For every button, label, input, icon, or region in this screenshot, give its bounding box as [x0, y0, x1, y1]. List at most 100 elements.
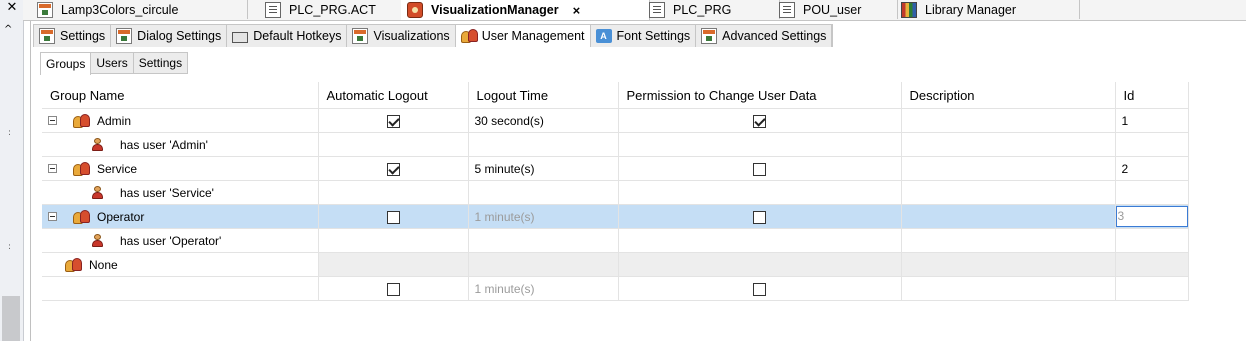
dialog-icon: [116, 28, 133, 44]
table-row-group-admin[interactable]: Admin 30 second(s) 1: [42, 108, 1189, 133]
description-cell[interactable]: [901, 108, 1116, 133]
permission-checkbox[interactable]: [753, 282, 766, 296]
tab-font-settings[interactable]: Font Settings: [591, 25, 697, 47]
groups-table: Group Name Automatic Logout Logout Time …: [42, 82, 1189, 301]
tab-label: Font Settings: [616, 29, 691, 43]
logout-time-cell[interactable]: 1 minute(s): [468, 204, 619, 229]
advanced-settings-icon: [701, 28, 718, 44]
description-cell[interactable]: [901, 156, 1116, 181]
tab-label: PLC_PRG.ACT: [289, 2, 376, 17]
logout-time-cell[interactable]: 1 minute(s): [468, 276, 619, 301]
table-row-group-none[interactable]: None: [42, 252, 1189, 277]
collapse-toggle-icon[interactable]: [48, 116, 57, 125]
scrollbar-thumb[interactable]: [2, 296, 20, 341]
tab-visualization-manager[interactable]: VisualizationManager ×: [401, 0, 650, 20]
column-header-automatic-logout[interactable]: Automatic Logout: [318, 82, 469, 109]
group-name: Operator: [97, 209, 145, 224]
column-header-description[interactable]: Description: [901, 82, 1116, 109]
automatic-logout-checkbox[interactable]: [386, 162, 400, 176]
tab-visualizations[interactable]: Visualizations: [347, 25, 456, 47]
description-cell[interactable]: [901, 276, 1116, 301]
settings-tab-bar: Settings Dialog Settings Default Hotkeys…: [33, 24, 834, 47]
document-icon: [779, 1, 795, 18]
user-icon: [92, 138, 108, 151]
tab-settings[interactable]: Settings: [34, 25, 112, 47]
column-header-group-name[interactable]: Group Name: [42, 82, 319, 109]
group-name: None: [89, 257, 118, 272]
tab-dialog-settings[interactable]: Dialog Settings: [111, 25, 228, 47]
subtab-settings[interactable]: Settings: [133, 52, 189, 74]
column-header-logout-time[interactable]: Logout Time: [468, 82, 619, 109]
tab-user-management[interactable]: User Management: [455, 25, 591, 47]
user-group-icon: [73, 209, 90, 224]
tab-advanced-settings[interactable]: Advanced Settings: [696, 25, 833, 47]
window-icon: [37, 1, 53, 18]
permission-checkbox[interactable]: [753, 162, 766, 176]
tab-label: Library Manager: [925, 2, 1017, 17]
document-icon: [649, 1, 665, 18]
subtab-groups[interactable]: Groups: [40, 52, 92, 75]
user-group-icon: [65, 257, 82, 272]
tab-pou-user[interactable]: POU_user: [773, 0, 898, 19]
tab-plc-prg[interactable]: PLC_PRG: [643, 0, 780, 19]
user-management-subtabs: Groups Users Settings: [40, 52, 189, 75]
table-row-user-service[interactable]: has user 'Service': [42, 180, 1189, 205]
tab-label: Visualizations: [373, 29, 450, 43]
editor-tab-bar: Lamp3Colors_circule PLC_PRG.ACT Visualiz…: [23, 0, 1246, 21]
tab-lamp3colors-circule[interactable]: Lamp3Colors_circule: [31, 0, 248, 19]
member-user: has user 'Service': [120, 185, 214, 200]
library-icon: [901, 1, 917, 18]
keyboard-icon: [232, 32, 249, 43]
tab-label: User Management: [481, 29, 585, 43]
tab-default-hotkeys[interactable]: Default Hotkeys: [227, 25, 348, 47]
grip-mark: :: [8, 128, 12, 138]
automatic-logout-checkbox[interactable]: [386, 210, 400, 224]
subtab-users[interactable]: Users: [91, 52, 134, 74]
left-side-panel: ✕ ^ : :: [0, 0, 24, 341]
tab-plc-prg-act[interactable]: PLC_PRG.ACT: [259, 0, 406, 19]
logout-time-cell[interactable]: 30 second(s): [468, 108, 619, 133]
id-cell[interactable]: 2: [1115, 156, 1189, 181]
table-row-user-admin[interactable]: has user 'Admin': [42, 132, 1189, 157]
permission-checkbox[interactable]: [753, 210, 766, 224]
logout-time-cell[interactable]: 5 minute(s): [468, 156, 619, 181]
description-cell[interactable]: [901, 204, 1116, 229]
column-header-id[interactable]: Id: [1115, 82, 1189, 109]
member-user: has user 'Admin': [120, 137, 208, 152]
tab-label: POU_user: [803, 2, 862, 17]
id-cell[interactable]: [1115, 276, 1189, 301]
collapse-toggle-icon[interactable]: [48, 212, 57, 221]
table-row-group-service[interactable]: Service 5 minute(s) 2: [42, 156, 1189, 181]
tab-label: Advanced Settings: [722, 29, 827, 43]
column-header-permission[interactable]: Permission to Change User Data: [618, 82, 902, 109]
visualization-icon: [352, 28, 369, 44]
panel-divider: [30, 0, 31, 341]
tab-label: Default Hotkeys: [253, 29, 342, 43]
group-name: Service: [97, 161, 138, 176]
user-icon: [92, 186, 108, 199]
group-name: Admin: [97, 113, 132, 128]
table-row-new-group[interactable]: 1 minute(s): [42, 276, 1189, 301]
close-icon[interactable]: ✕: [4, 0, 20, 16]
table-row-group-operator[interactable]: Operator 1 minute(s) 3: [42, 204, 1189, 229]
id-cell[interactable]: 1: [1115, 108, 1189, 133]
grip-mark: :: [8, 242, 12, 252]
tab-label: Settings: [60, 29, 106, 43]
automatic-logout-checkbox[interactable]: [386, 114, 400, 128]
permission-checkbox[interactable]: [753, 114, 766, 128]
tab-label: Lamp3Colors_circule: [61, 2, 179, 17]
close-tab-icon[interactable]: ×: [573, 3, 581, 18]
id-edit-field[interactable]: 3: [1115, 206, 1188, 227]
new-group-name-cell[interactable]: [42, 276, 319, 301]
user-group-icon: [460, 29, 478, 43]
visualization-manager-icon: [407, 2, 423, 18]
member-user: has user 'Operator': [120, 233, 222, 248]
user-group-icon: [73, 161, 90, 176]
automatic-logout-checkbox[interactable]: [386, 282, 400, 296]
table-row-user-operator[interactable]: has user 'Operator': [42, 228, 1189, 253]
font-icon: [595, 29, 612, 43]
scroll-up-icon[interactable]: ^: [4, 24, 12, 35]
tab-label: Dialog Settings: [137, 29, 222, 43]
tab-library-manager[interactable]: Library Manager: [895, 0, 1080, 19]
collapse-toggle-icon[interactable]: [48, 164, 57, 173]
